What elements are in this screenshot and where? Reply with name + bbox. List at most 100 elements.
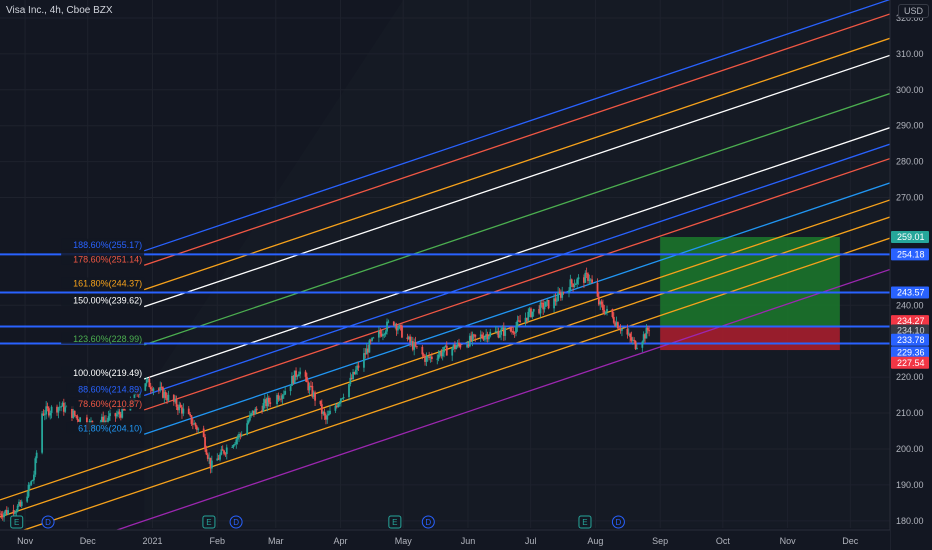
candle-body [387,321,390,323]
candle-body [262,403,265,412]
time-axis-panel[interactable] [0,530,890,550]
candle-body [327,413,330,416]
candle-body [202,428,205,437]
candle-body [515,326,517,333]
time-tick-label: May [395,536,413,546]
price-tag-label: 259.01 [897,232,925,242]
price-tick-label: 210.00 [896,408,924,418]
candle-body [250,413,253,416]
time-tick-label: Jul [525,536,537,546]
candle-body [145,379,148,384]
candle-body [573,284,576,287]
candle-body [297,374,300,377]
candle-body [296,376,299,377]
price-tick-label: 300.00 [896,85,924,95]
candle-body [635,347,638,349]
candle-body [299,371,302,375]
fib-level-label: 178.60%(251.14) [73,254,142,264]
candle-body [455,346,458,350]
candle-body [634,340,637,349]
candle-body [232,445,235,447]
candle-body [616,322,619,329]
candle-body [115,414,118,417]
price-chart[interactable]: 361.80%(324.92)188.60%(255.17)178.60%(25… [0,0,932,550]
candle-body [14,512,16,514]
time-tick-label: Dec [80,536,97,546]
candle-body [149,387,152,389]
candle-body [421,346,424,355]
candle-body [28,484,31,486]
candle-body [189,413,192,416]
candle-body [430,356,433,359]
candle-body [194,423,197,427]
price-tick-label: 220.00 [896,372,924,382]
candle-body [629,333,632,338]
candle-body [152,388,155,391]
price-tag-label: 243.57 [897,287,925,297]
candle-body [504,327,507,336]
candle-body [498,334,501,338]
candle-body [337,403,340,408]
candle-body [247,420,250,424]
price-tag-label: 233.78 [897,335,925,345]
candle-body [182,408,185,414]
candle-body [304,371,307,377]
candle-body [197,428,200,430]
candle-body [512,331,515,333]
currency-button[interactable]: USD [898,4,930,18]
time-tick-label: Feb [210,536,226,546]
fib-level-label: 188.60%(255.17) [73,240,142,250]
candle-body [555,300,558,302]
candle-body [458,342,460,345]
candle-body [73,410,76,416]
candle-body [79,417,82,422]
candle-body [255,408,258,411]
candle-body [106,420,109,422]
fib-level-label: 61.80%(204.10) [78,423,142,433]
candle-body [231,446,234,448]
candle-body [531,311,534,317]
candle-body [282,394,285,396]
fib-level-label: 100.00%(219.49) [73,368,142,378]
candle-body [621,328,623,331]
candle-body [34,458,37,475]
candle-body [618,328,621,330]
candle-body [513,332,516,334]
candle-body [591,279,593,283]
candle-body [416,346,418,348]
candle-body [483,336,486,340]
candle-body [167,394,170,401]
candle-body [539,302,542,314]
candle-body [368,340,371,353]
candle-body [487,336,490,340]
candle-body [471,334,474,341]
price-tag-label: 227.54 [897,358,925,368]
candle-body [49,412,52,416]
candle-body [240,434,243,436]
candle-body [516,320,519,327]
candle-body [329,410,331,414]
time-tick-label: Dec [842,536,859,546]
candle-body [30,481,33,485]
candle-body [284,391,287,395]
candle-body [561,291,564,298]
candle-body [0,513,3,516]
candle-body [641,341,644,348]
profit-zone[interactable] [660,237,840,327]
candle-body [354,369,357,375]
time-tick-label: 2021 [142,536,162,546]
candle-body [210,460,213,469]
time-tick-label: Sep [652,536,668,546]
candle-body [267,397,270,403]
candle-body [602,304,604,311]
event-marker-label: E [392,518,397,527]
candle-body [326,415,329,420]
candle-body [7,510,10,515]
candle-body [386,321,388,332]
candle-body [441,352,444,357]
candle-body [383,334,386,336]
candle-body [562,291,565,293]
candle-body [500,329,502,335]
candle-body [314,392,316,401]
candle-body [451,348,454,356]
